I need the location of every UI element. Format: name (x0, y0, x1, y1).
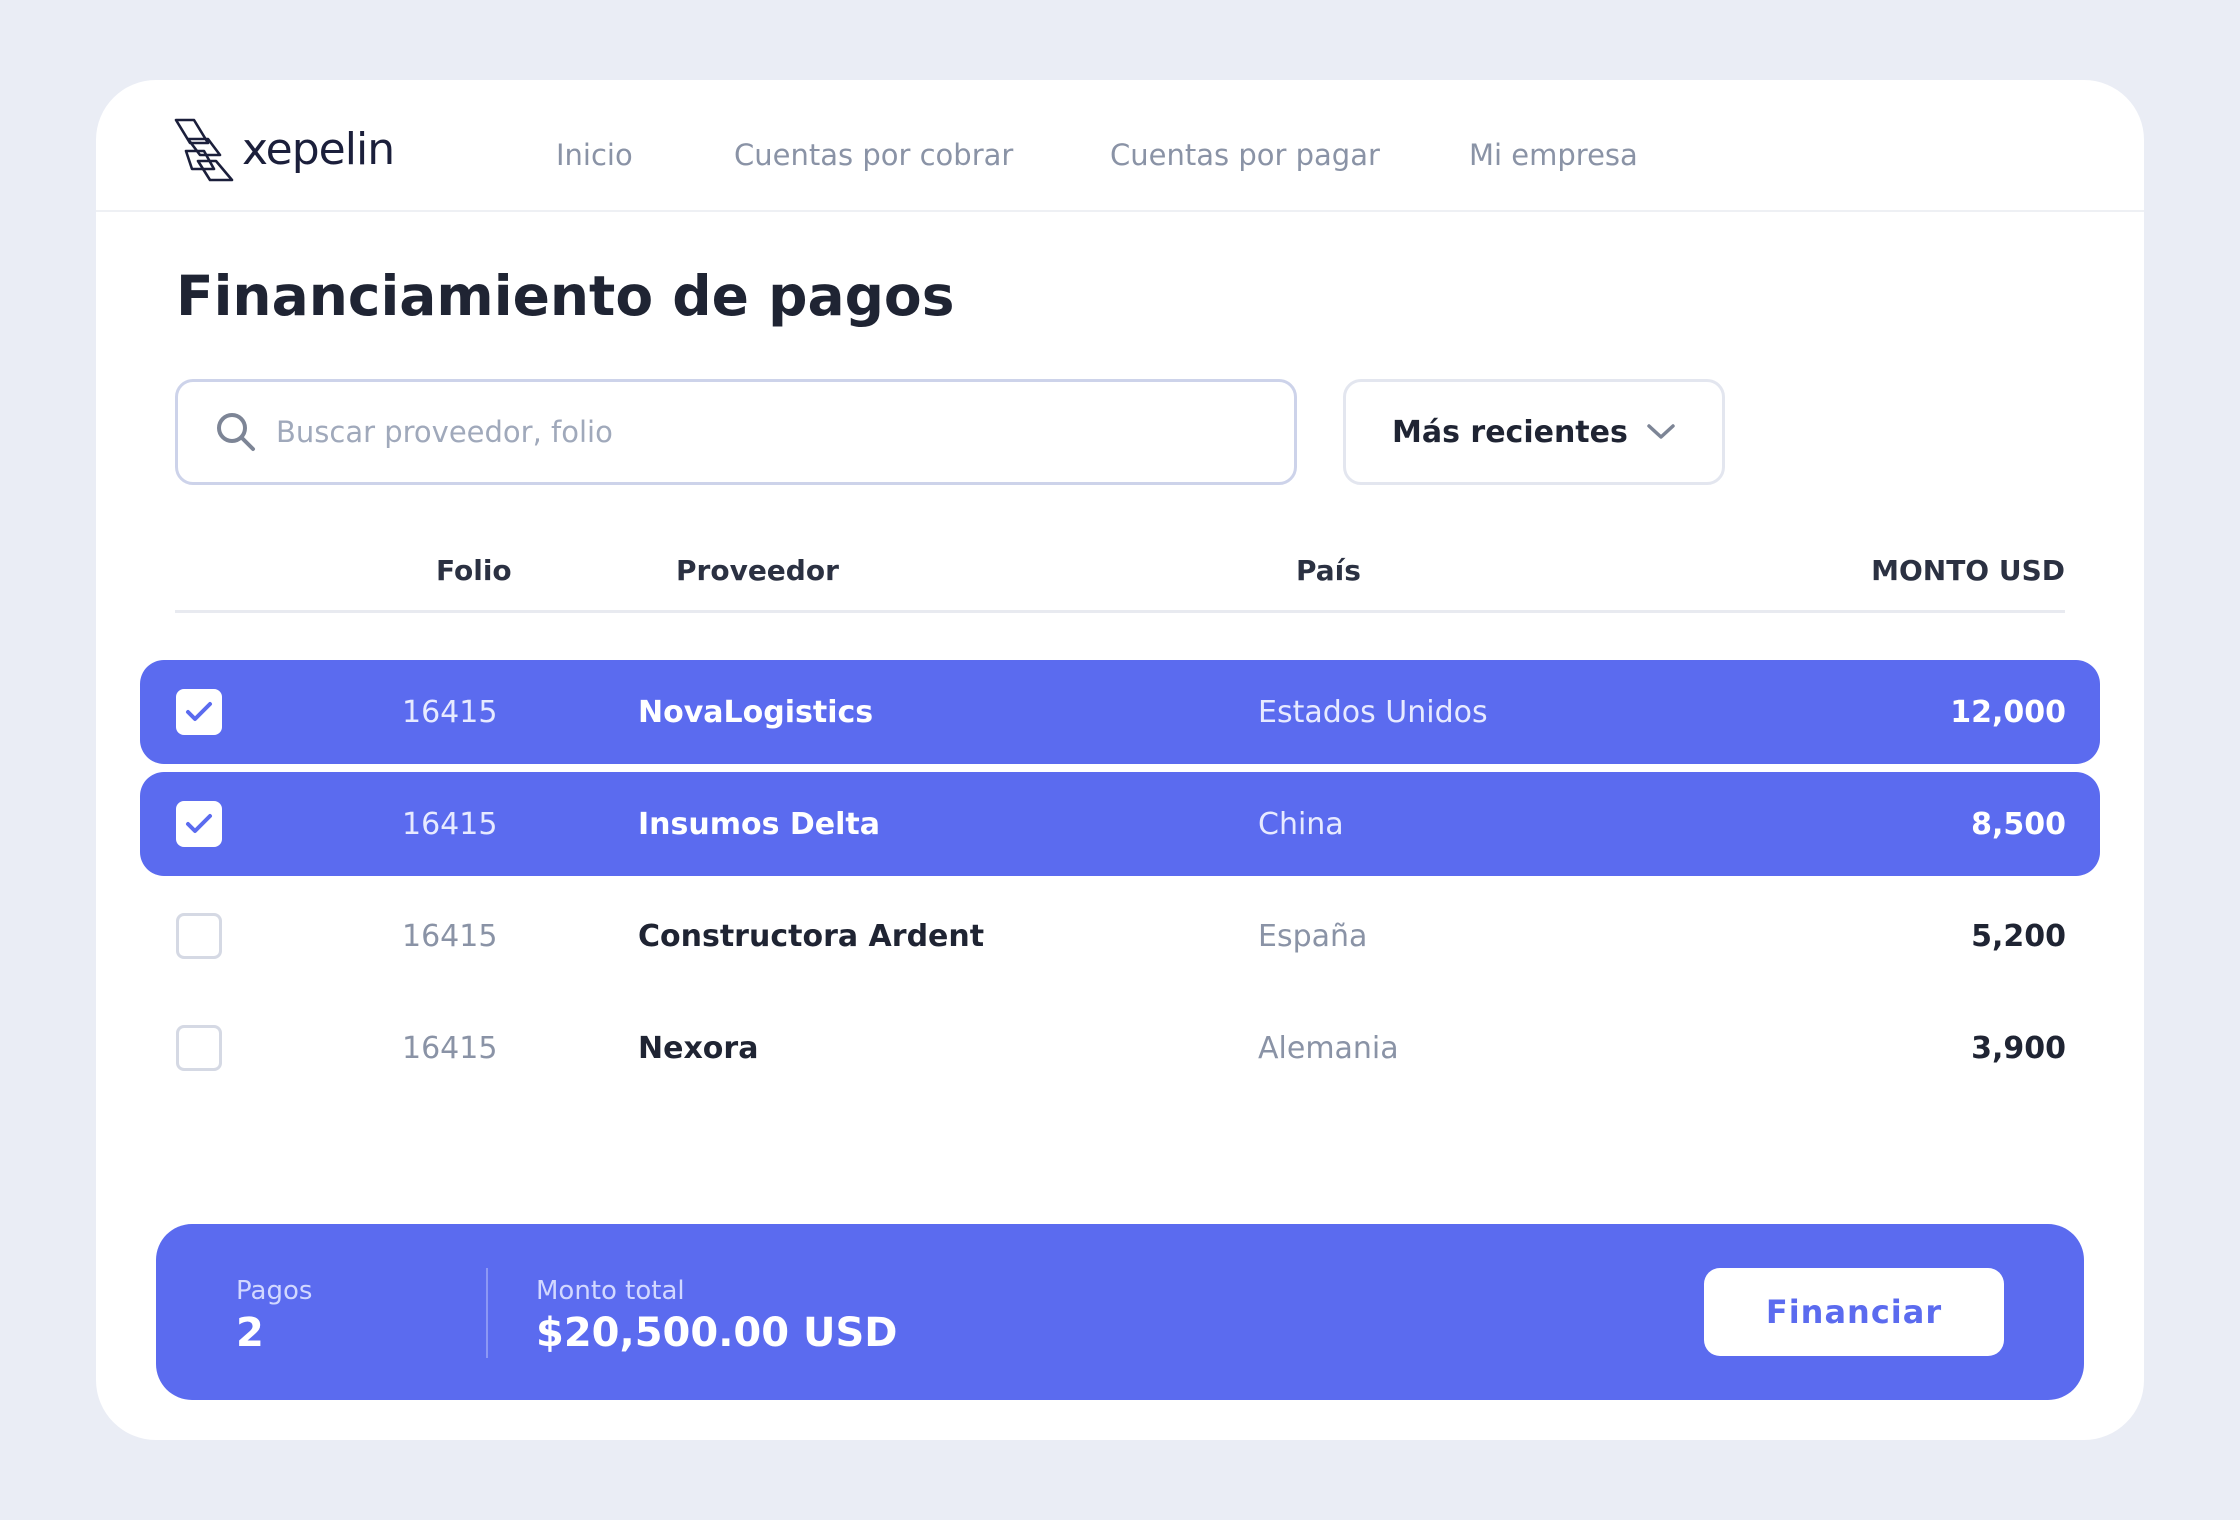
check-icon (186, 702, 212, 721)
cell-pais: Estados Unidos (1258, 694, 1488, 730)
column-header-folio[interactable]: Folio (436, 554, 512, 587)
nav-inicio[interactable]: Inicio (556, 138, 633, 172)
cell-folio: 16415 (402, 1030, 498, 1066)
table-row[interactable]: 16415 NovaLogistics Estados Unidos 12,00… (140, 660, 2100, 764)
financiar-button[interactable]: Financiar (1704, 1268, 2004, 1356)
cell-proveedor: NovaLogistics (638, 694, 874, 730)
cell-monto: 5,200 (1971, 918, 2066, 954)
cell-pais: China (1258, 806, 1344, 842)
xepelin-logo-icon (174, 118, 234, 182)
cell-folio: 16415 (402, 694, 498, 730)
table-row[interactable]: 16415 Constructora Ardent España 5,200 (140, 884, 2100, 988)
cell-monto: 8,500 (1971, 806, 2066, 842)
sort-selected-label: Más recientes (1392, 414, 1628, 450)
cell-pais: España (1258, 918, 1368, 954)
cell-monto: 12,000 (1950, 694, 2066, 730)
cell-monto: 3,900 (1971, 1030, 2066, 1066)
cell-pais: Alemania (1258, 1030, 1399, 1066)
header-divider (175, 610, 2065, 613)
table-row[interactable]: 16415 Insumos Delta China 8,500 (140, 772, 2100, 876)
column-header-pais[interactable]: País (1296, 554, 1361, 587)
cell-folio: 16415 (402, 918, 498, 954)
cell-proveedor: Nexora (638, 1030, 759, 1066)
search-icon (214, 410, 258, 454)
cell-folio: 16415 (402, 806, 498, 842)
monto-total-value: $20,500.00 USD (536, 1310, 898, 1356)
monto-total-label: Monto total (536, 1276, 685, 1306)
row-checkbox[interactable] (176, 801, 222, 847)
nav-cuentas-por-pagar[interactable]: Cuentas por pagar (1110, 138, 1380, 172)
pagos-label: Pagos (236, 1276, 313, 1306)
row-checkbox[interactable] (176, 913, 222, 959)
summary-divider (486, 1268, 488, 1358)
chevron-down-icon (1646, 422, 1676, 442)
pagos-count: 2 (236, 1310, 264, 1356)
column-header-proveedor[interactable]: Proveedor (676, 554, 839, 587)
brand-name: xepelin (242, 124, 395, 175)
sort-dropdown[interactable]: Más recientes (1343, 379, 1725, 485)
column-header-monto[interactable]: MONTO USD (1871, 554, 2065, 587)
row-checkbox[interactable] (176, 1025, 222, 1071)
brand-logo[interactable]: xepelin (174, 117, 395, 183)
nav-cuentas-por-cobrar[interactable]: Cuentas por cobrar (734, 138, 1013, 172)
check-icon (186, 814, 212, 833)
cell-proveedor: Constructora Ardent (638, 918, 985, 954)
nav-mi-empresa[interactable]: Mi empresa (1469, 138, 1638, 172)
page-title: Financiamiento de pagos (176, 264, 955, 328)
search-box[interactable] (175, 379, 1297, 485)
row-checkbox[interactable] (176, 689, 222, 735)
search-input[interactable] (276, 415, 1176, 449)
top-navigation: xepelin Inicio Cuentas por cobrar Cuenta… (96, 80, 2144, 212)
main-card: xepelin Inicio Cuentas por cobrar Cuenta… (96, 80, 2144, 1440)
selection-summary-bar: Pagos 2 Monto total $20,500.00 USD Finan… (156, 1224, 2084, 1400)
cell-proveedor: Insumos Delta (638, 806, 881, 842)
table-row[interactable]: 16415 Nexora Alemania 3,900 (140, 996, 2100, 1100)
